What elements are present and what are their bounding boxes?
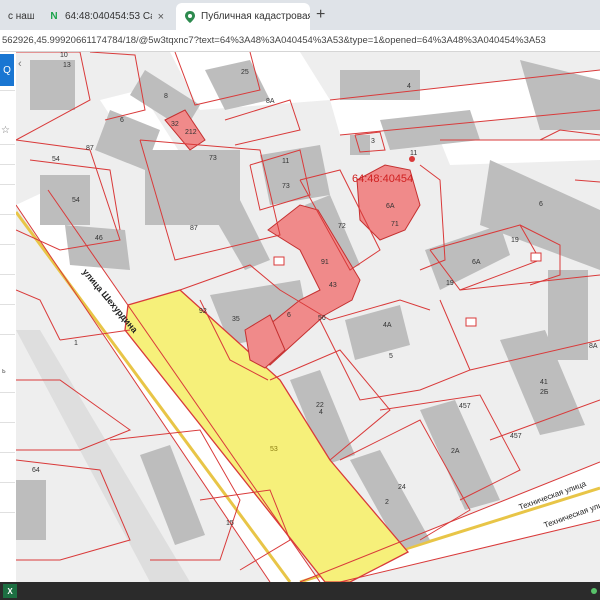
parcel-number: 19 <box>511 237 519 244</box>
quarter-label: 64:48:40454 <box>352 173 413 185</box>
tab-favicon-icon: N <box>50 11 58 22</box>
parcel-marker <box>465 317 477 327</box>
parcel-number: 2А <box>451 448 460 455</box>
parcel-number: 43 <box>329 282 337 289</box>
parcel-number: 46 <box>95 235 103 242</box>
parcel-number: 8А <box>589 343 598 350</box>
sidebar-mark: ь <box>2 368 6 375</box>
search-button[interactable]: Q <box>0 54 14 86</box>
parcel-number: 22 <box>316 402 324 409</box>
parcel-number: 64 <box>32 467 40 474</box>
parcel-number: 8 <box>164 93 168 100</box>
parcel-number: 212 <box>185 129 197 136</box>
parcel-number: 6 <box>120 117 124 124</box>
parcel-number: 6А <box>386 203 395 210</box>
parcel-number-selected: 53 <box>270 446 278 453</box>
parcel-number: 13 <box>63 62 71 69</box>
parcel-number: 91 <box>321 259 329 266</box>
parcel-number: 457 <box>459 403 471 410</box>
parcel-number: 73 <box>209 155 217 162</box>
parcel-marker <box>273 256 285 266</box>
parcel-number: 72 <box>338 223 346 230</box>
tab-prev[interactable]: с наш × <box>0 3 34 30</box>
parcel-number: 1 <box>74 340 78 347</box>
parcel-number: 11 <box>410 150 417 157</box>
cadastral-map[interactable]: 64:48:40454 улица Шехурдина Техническая … <box>16 52 600 582</box>
excel-icon[interactable]: X <box>3 584 17 598</box>
tab-cadastral-object[interactable]: N 64:48:040454:53 Саратовская об × <box>40 3 172 30</box>
parcel-number: 6 <box>539 201 543 208</box>
parcel-number: 19 <box>446 280 454 287</box>
parcel-number: 4 <box>319 409 323 416</box>
status-dot-icon <box>591 588 597 594</box>
parcel-number: 87 <box>190 225 198 232</box>
parcel-number: 3 <box>371 138 375 145</box>
star-icon[interactable]: ☆ <box>1 125 10 136</box>
parcel-number: 41 <box>540 379 548 386</box>
parcel-number: 457 <box>510 433 522 440</box>
tab-label: с наш <box>8 11 34 22</box>
parcel-number: 6А <box>472 259 481 266</box>
collapse-panel-chevron-icon[interactable]: ‹ <box>18 58 22 70</box>
address-bar[interactable]: 562926,45.99920661174784/18/@5w3tqxnc7?t… <box>0 30 600 52</box>
tab-public-cadastral-map[interactable]: Публичная кадастровая карта × <box>176 3 310 30</box>
parcel-number: 11 <box>282 158 289 165</box>
parcel-number: 92 <box>199 308 207 315</box>
parcel-number: 87 <box>86 145 94 152</box>
parcel-number: 71 <box>391 221 399 228</box>
parcel-number: 54 <box>72 197 80 204</box>
browser-tab-bar: с наш × N 64:48:040454:53 Саратовская об… <box>0 0 600 31</box>
parcel-number: 6 <box>287 312 291 319</box>
parcel-number: 2 <box>385 499 389 506</box>
parcel-number: 54 <box>52 156 60 163</box>
parcel-number: 5 <box>389 353 393 360</box>
close-icon[interactable]: × <box>158 11 164 23</box>
tab-label: Публичная кадастровая карта <box>201 11 310 22</box>
map-pin-icon <box>184 10 196 23</box>
parcel-number: 4А <box>383 322 392 329</box>
parcel-number: 73 <box>282 183 290 190</box>
parcel-number: 35 <box>232 316 240 323</box>
parcel-number: 32 <box>171 121 179 128</box>
os-taskbar: X <box>0 582 600 600</box>
parcel-number: 2Б <box>540 389 549 396</box>
parcel-number: 10 <box>60 52 68 59</box>
parcel-number: 25 <box>241 69 249 76</box>
parcel-number: 4 <box>407 83 411 90</box>
map-sidebar: Q ☆ ь <box>0 52 17 582</box>
parcel-number: 24 <box>398 484 406 491</box>
parcel-number: 15 <box>226 520 234 527</box>
tab-label: 64:48:040454:53 Саратовская об <box>65 11 152 22</box>
parcel-number: 8А <box>266 98 275 105</box>
new-tab-button[interactable]: + <box>316 7 325 23</box>
parcel-marker <box>530 252 542 262</box>
parcel-number: 56 <box>318 315 326 322</box>
